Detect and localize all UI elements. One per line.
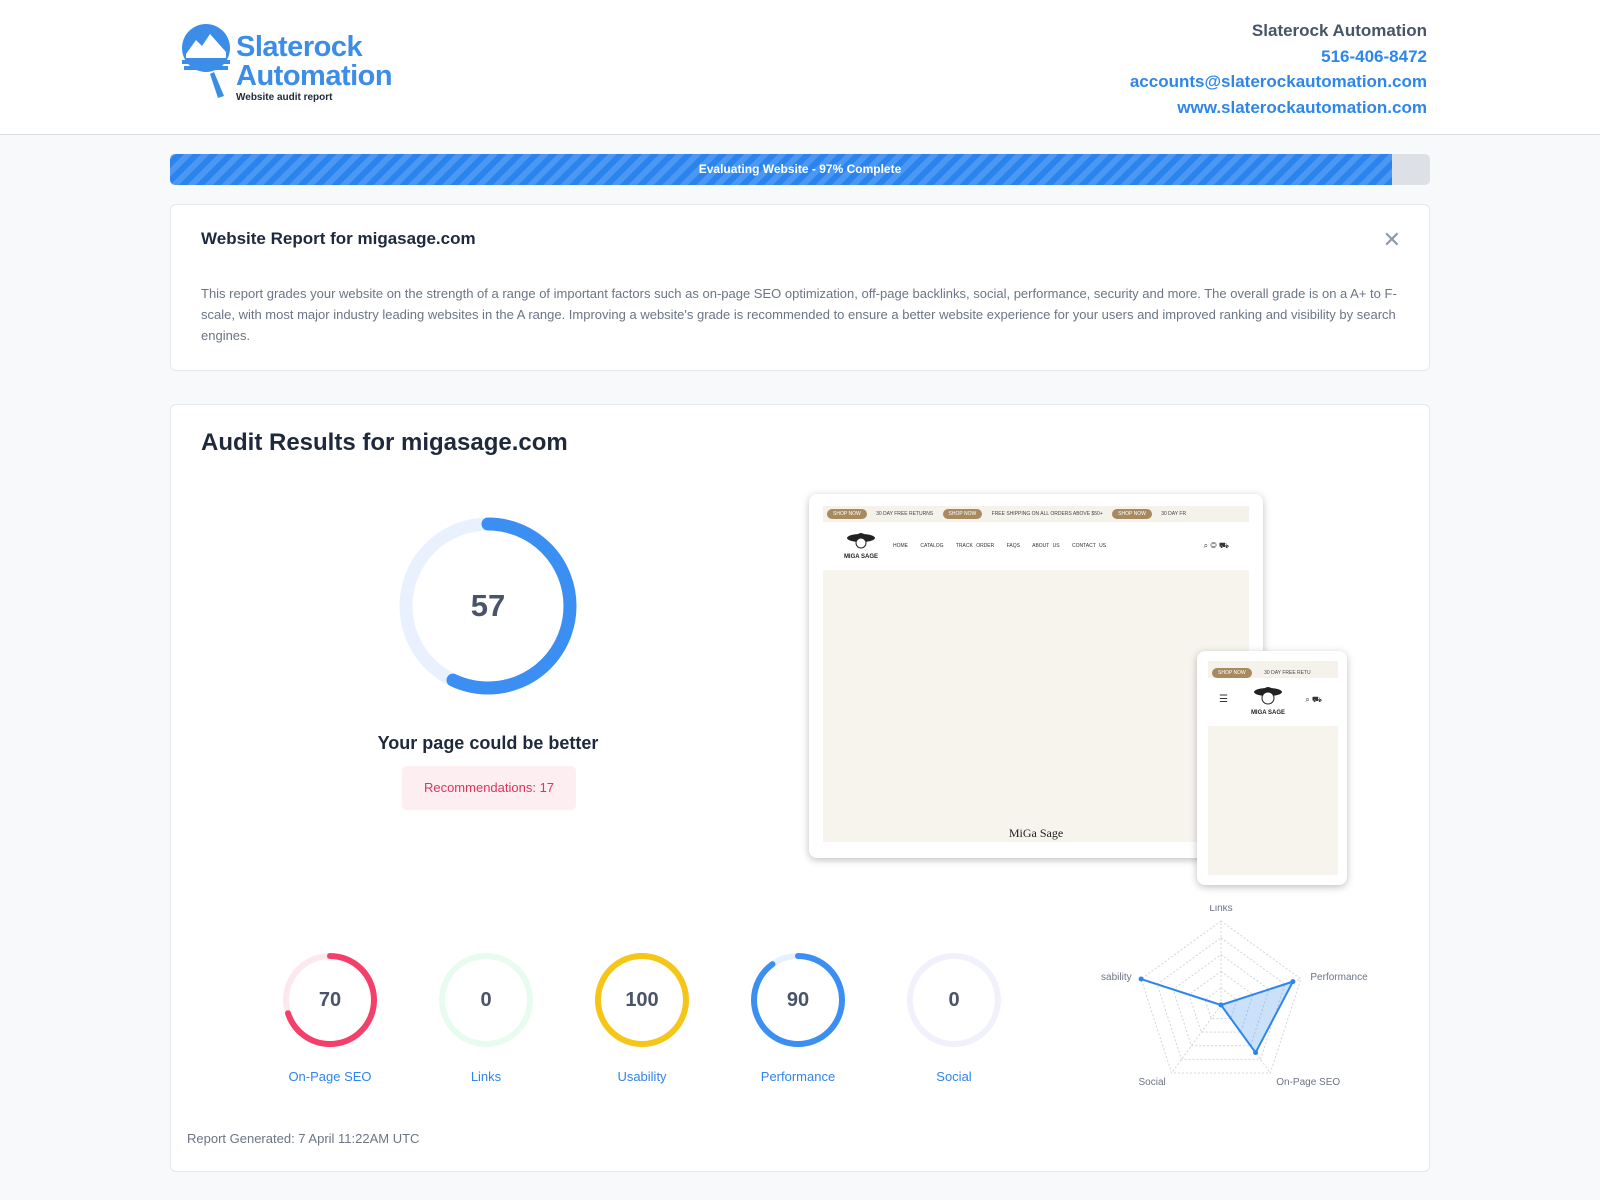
site-nav-track-order: TRACK ORDER xyxy=(955,543,995,549)
radar-axis-label: Links xyxy=(1209,905,1232,914)
mobile-preview: SHOP NOW 30 DAY FREE RETU ☰ MIGA SAGE ⌕ … xyxy=(1197,651,1347,885)
social-label: Social xyxy=(936,1069,972,1084)
website-link[interactable]: www.slaterockautomation.com xyxy=(1130,95,1427,121)
brand-subtitle: Website audit report xyxy=(236,92,333,103)
report-generated-timestamp: Report Generated: 7 April 11:22AM UTC xyxy=(187,1131,420,1146)
usability-label: Usability xyxy=(617,1069,667,1084)
desktop-nav-icons: ⌕ ◎ ⛟ xyxy=(1204,541,1229,551)
desktop-screenshot: SHOP NOW 30 DAY FREE RETURNS SHOP NOW FR… xyxy=(823,506,1249,842)
desktop-preview: SHOP NOW 30 DAY FREE RETURNS SHOP NOW FR… xyxy=(809,494,1263,858)
desktop-nav-links: HOME CATALOG TRACK ORDER FAQS ABOUT US C… xyxy=(893,543,1115,549)
magnifier-logo-icon xyxy=(182,24,230,98)
mobile-site-nav: ☰ MIGA SAGE ⌕ ⛟ xyxy=(1208,678,1338,726)
brand-logo[interactable]: Slaterock Automation Website audit repor… xyxy=(180,24,440,104)
company-name: Slaterock Automation xyxy=(1251,21,1427,40)
on-page-seo-score: 70 xyxy=(318,989,342,1011)
cart-icon: ⛟ xyxy=(1311,695,1322,704)
brand-name-line2: Automation xyxy=(236,60,393,92)
performance-label: Performance xyxy=(760,1069,836,1084)
banner-shop-now: SHOP NOW xyxy=(827,509,867,519)
email-link[interactable]: accounts@slaterockautomation.com xyxy=(1130,69,1427,95)
desktop-hero-text: MiGa Sage xyxy=(1008,826,1064,840)
contact-info: Slaterock Automation 516-406-8472 accoun… xyxy=(1130,18,1427,120)
radar-point-on-page-seo xyxy=(1253,1050,1259,1056)
site-logo-text: MIGA SAGE xyxy=(844,554,878,560)
usability-score: 100 xyxy=(625,989,659,1011)
search-icon: ⌕ xyxy=(1203,541,1209,550)
report-intro-card: Website Report for migasage.com ✕ This r… xyxy=(170,204,1430,371)
links-label: Links xyxy=(470,1069,502,1084)
banner-text: 30 DAY FR xyxy=(1161,511,1187,517)
radar-axis-label: On-Page SEO xyxy=(1276,1077,1340,1088)
radar-point-performance xyxy=(1290,979,1296,985)
evaluation-progress-bar: Evaluating Website - 97% Complete xyxy=(170,154,1430,185)
desktop-site-nav: MIGA SAGE HOME CATALOG TRACK ORDER FAQS … xyxy=(823,522,1249,570)
site-nav-home: HOME xyxy=(893,543,908,549)
account-icon: ◎ xyxy=(1210,541,1217,550)
recommendations-badge[interactable]: Recommendations: 17 xyxy=(402,766,576,810)
radar-point-usability xyxy=(1138,976,1144,982)
report-title: Website Report for migasage.com xyxy=(201,229,476,248)
site-nav-faqs: FAQS xyxy=(1006,543,1020,549)
banner-text: FREE SHIPPING ON ALL ORDERS ABOVE $50+ xyxy=(991,511,1103,517)
mobile-screenshot: SHOP NOW 30 DAY FREE RETU ☰ MIGA SAGE ⌕ … xyxy=(1208,661,1338,875)
radar-spoke xyxy=(1171,1004,1222,1074)
hamburger-menu-icon: ☰ xyxy=(1219,694,1228,705)
desktop-announcement-bar: SHOP NOW 30 DAY FREE RETURNS SHOP NOW FR… xyxy=(823,506,1249,522)
links-score: 0 xyxy=(480,989,492,1011)
banner-text: 30 DAY FREE RETU xyxy=(1264,670,1311,676)
brand-name-line1: Slaterock xyxy=(236,31,363,63)
cart-icon: ⛟ xyxy=(1218,541,1229,550)
banner-shop-now: SHOP NOW xyxy=(1212,668,1252,678)
search-icon: ⌕ xyxy=(1305,695,1310,704)
score-verdict: Your page could be better xyxy=(377,733,599,753)
report-description: This report grades your website on the s… xyxy=(201,286,1397,343)
site-logo-image: MIGA SAGE xyxy=(1251,687,1285,716)
progress-label: Evaluating Website - 97% Complete xyxy=(698,162,902,176)
audit-results-card: Audit Results for migasage.com 57 Your p… xyxy=(170,404,1430,1172)
on-page-seo-label: On-Page SEO xyxy=(288,1069,372,1084)
site-nav-about-us: ABOUT US xyxy=(1032,543,1060,549)
mobile-nav-icons: ⌕ ⛟ xyxy=(1305,695,1322,705)
banner-shop-now: SHOP NOW xyxy=(942,509,983,519)
performance-score: 90 xyxy=(786,989,810,1011)
radar-axis-label: Usability xyxy=(1101,972,1132,983)
phone-link[interactable]: 516-406-8472 xyxy=(1130,44,1427,70)
banner-shop-now: SHOP NOW xyxy=(1112,509,1152,519)
site-nav-contact-us: CONTACT US xyxy=(1071,543,1107,549)
overall-score: 57 xyxy=(470,588,506,623)
header: Slaterock Automation Website audit repor… xyxy=(0,0,1600,135)
radar-axis-label: Social xyxy=(1138,1077,1165,1088)
radar-axis-label: Performance xyxy=(1310,972,1368,983)
audit-title: Audit Results for migasage.com xyxy=(201,429,568,456)
category-radar-chart: Links Performance On-Page SEO Social Usabili… xyxy=(1101,905,1368,1088)
site-logo-image: MIGA SAGE xyxy=(844,533,878,560)
radar-series-area xyxy=(1140,978,1295,1055)
mobile-announcement-bar: SHOP NOW 30 DAY FREE RETU xyxy=(1208,661,1338,678)
close-icon[interactable]: ✕ xyxy=(1383,227,1401,253)
social-score: 0 xyxy=(948,989,960,1011)
banner-text: 30 DAY FREE RETURNS xyxy=(876,511,934,517)
site-nav-catalog: CATALOG xyxy=(920,543,944,549)
radar-point-social xyxy=(1218,1002,1224,1008)
site-logo-text: MIGA SAGE xyxy=(1251,710,1285,716)
